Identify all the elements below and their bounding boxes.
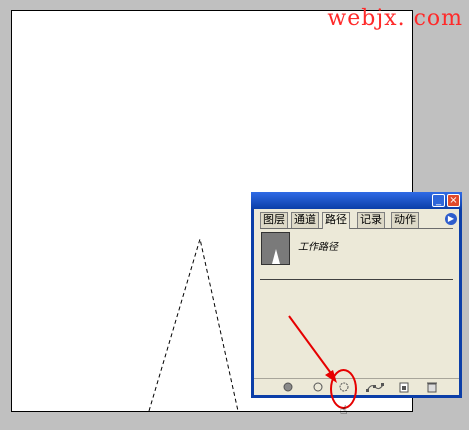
annotation-arrow <box>288 315 337 383</box>
hand-cursor-icon: ☝ <box>340 403 348 417</box>
